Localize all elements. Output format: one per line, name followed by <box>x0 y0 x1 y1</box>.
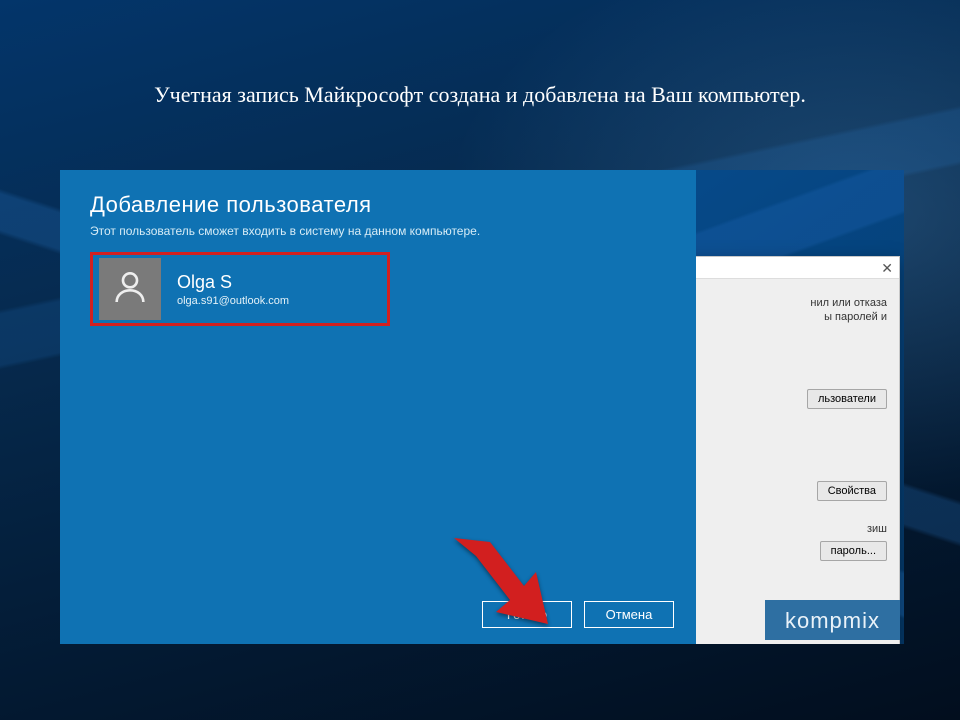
avatar <box>99 258 161 320</box>
user-icon <box>110 267 150 312</box>
close-icon[interactable]: ✕ <box>881 261 893 275</box>
system-dialog-description-line2: ы паролей и <box>810 311 887 325</box>
password-button[interactable]: пароль... <box>820 541 887 561</box>
system-dialog-hint: зиш <box>867 523 887 535</box>
user-name: Olga S <box>177 272 289 293</box>
slide-caption: Учетная запись Майкрософт создана и доба… <box>0 82 960 108</box>
dialog-subtitle: Этот пользователь сможет входить в систе… <box>90 224 666 238</box>
screenshot-scene: ✕ нил или отказа ы паролей и льзователи … <box>60 170 904 644</box>
properties-button[interactable]: Свойства <box>817 481 887 501</box>
dialog-title: Добавление пользователя <box>90 192 666 218</box>
add-user-dialog: Добавление пользователя Этот пользовател… <box>60 170 696 644</box>
watermark: kompmix <box>765 600 900 640</box>
user-email: olga.s91@outlook.com <box>177 295 289 307</box>
system-dialog-description: нил или отказа ы паролей и <box>810 297 887 325</box>
system-dialog-description-line1: нил или отказа <box>810 297 887 311</box>
user-card-highlight: Olga S olga.s91@outlook.com <box>90 252 390 326</box>
done-button[interactable]: Готово <box>482 601 572 628</box>
cancel-button[interactable]: Отмена <box>584 601 674 628</box>
users-button[interactable]: льзователи <box>807 389 887 409</box>
